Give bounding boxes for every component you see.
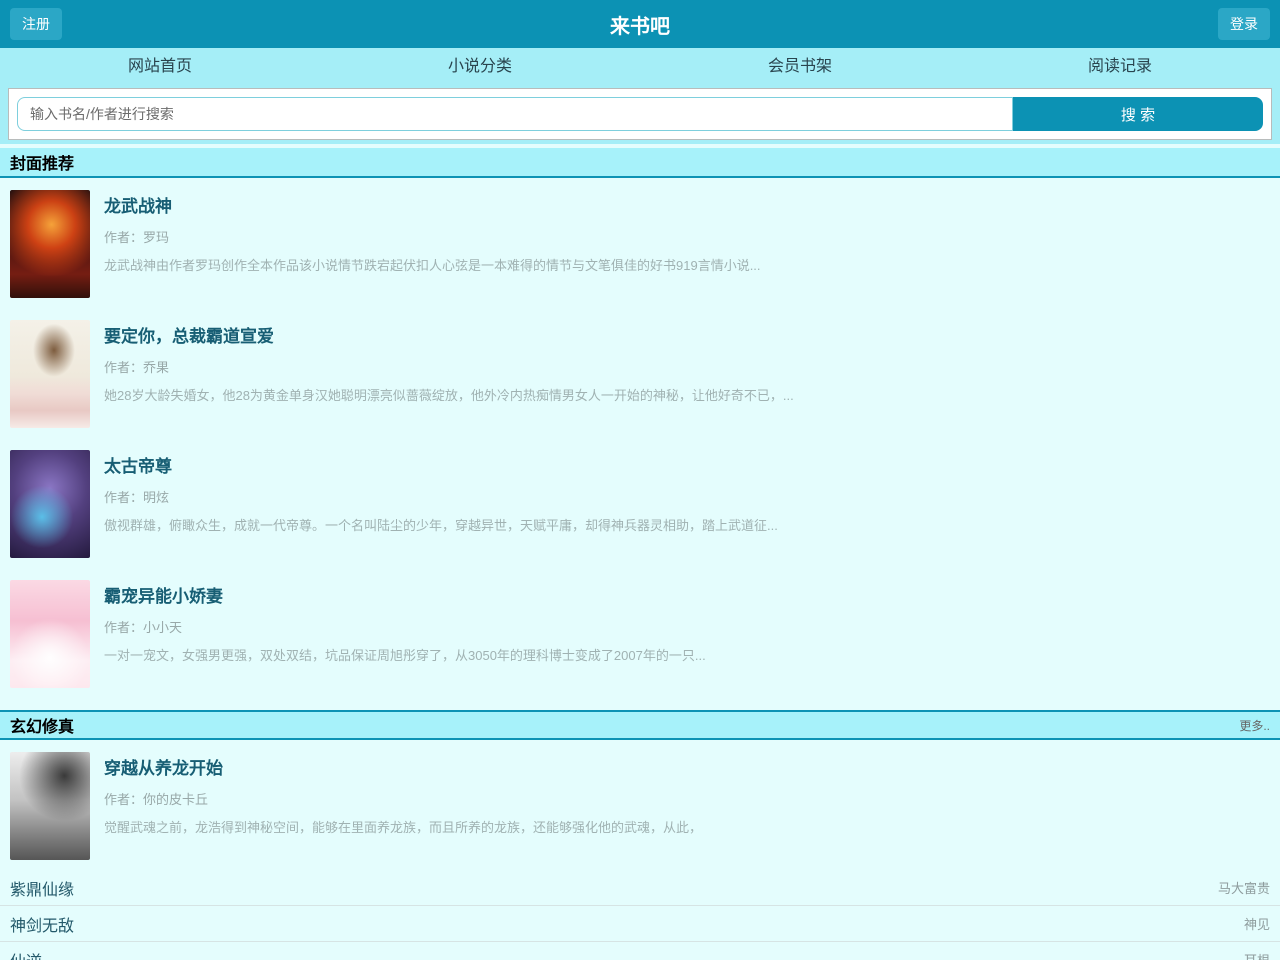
book-author: 作者：乔果 (104, 357, 794, 376)
book-author: 作者：明炫 (104, 487, 778, 506)
book-item[interactable]: 霸宠异能小娇妻 作者：小小天 一对一宠文，女强男更强，双处双结，坑品保证周旭彤穿… (0, 568, 1280, 698)
book-item[interactable]: 要定你，总裁霸道宣爱 作者：乔果 她28岁大龄失婚女，他28为黄金单身汉她聪明漂… (0, 308, 1280, 438)
book-description: 觉醒武魂之前，龙浩得到神秘空间，能够在里面养龙族，而且所养的龙族，还能够强化他的… (104, 817, 702, 836)
book-item[interactable]: 穿越从养龙开始 作者：你的皮卡丘 觉醒武魂之前，龙浩得到神秘空间，能够在里面养龙… (0, 740, 1280, 870)
book-info: 太古帝尊 作者：明炫 傲视群雄，俯瞰众生，成就一代帝尊。一个名叫陆尘的少年，穿越… (104, 450, 778, 558)
list-item[interactable]: 神剑无敌 神见 (0, 906, 1280, 942)
book-title-link[interactable]: 紫鼎仙缘 (10, 876, 74, 900)
book-description: 一对一宠文，女强男更强，双处双结，坑品保证周旭彤穿了，从3050年的理科博士变成… (104, 645, 706, 664)
book-description: 傲视群雄，俯瞰众生，成就一代帝尊。一个名叫陆尘的少年，穿越异世，天赋平庸，却得神… (104, 515, 778, 534)
book-author: 作者：罗玛 (104, 227, 761, 246)
book-description: 她28岁大龄失婚女，他28为黄金单身汉她聪明漂亮似蔷薇绽放，他外冷内热痴情男女人… (104, 385, 794, 404)
cover-recommend-list: 龙武战神 作者：罗玛 龙武战神由作者罗玛创作全本作品该小说情节跌宕起伏扣人心弦是… (0, 178, 1280, 698)
book-title-link[interactable]: 穿越从养龙开始 (104, 754, 702, 779)
nav-item-home[interactable]: 网站首页 (0, 48, 320, 86)
section-header-cover-recommend: 封面推荐 (0, 148, 1280, 178)
book-item[interactable]: 太古帝尊 作者：明炫 傲视群雄，俯瞰众生，成就一代帝尊。一个名叫陆尘的少年，穿越… (0, 438, 1280, 568)
login-button[interactable]: 登录 (1218, 8, 1270, 40)
book-author: 神见 (1244, 914, 1270, 933)
book-author: 耳根 (1244, 950, 1270, 960)
book-title-link[interactable]: 要定你，总裁霸道宣爱 (104, 322, 794, 347)
book-title-link[interactable]: 仙逆 (10, 948, 42, 960)
section-title: 玄幻修真 (10, 713, 74, 737)
register-button[interactable]: 注册 (10, 8, 62, 40)
book-cover-image[interactable] (10, 752, 90, 860)
search-box: 搜 索 (8, 88, 1272, 140)
book-title-link[interactable]: 龙武战神 (104, 192, 761, 217)
nav-item-categories[interactable]: 小说分类 (320, 48, 640, 86)
section-header-xuanhuan: 玄幻修真 更多.. (0, 710, 1280, 740)
book-author: 作者：你的皮卡丘 (104, 789, 702, 808)
book-author: 作者：小小天 (104, 617, 706, 636)
search-zone: 搜 索 (0, 86, 1280, 144)
book-info: 霸宠异能小娇妻 作者：小小天 一对一宠文，女强男更强，双处双结，坑品保证周旭彤穿… (104, 580, 706, 688)
book-info: 龙武战神 作者：罗玛 龙武战神由作者罗玛创作全本作品该小说情节跌宕起伏扣人心弦是… (104, 190, 761, 298)
title-row-list: 紫鼎仙缘 马大富贵 神剑无敌 神见 仙逆 耳根 (0, 870, 1280, 960)
more-link[interactable]: 更多.. (1239, 717, 1270, 734)
nav-item-bookshelf[interactable]: 会员书架 (640, 48, 960, 86)
list-item[interactable]: 仙逆 耳根 (0, 942, 1280, 960)
book-title-link[interactable]: 太古帝尊 (104, 452, 778, 477)
list-item[interactable]: 紫鼎仙缘 马大富贵 (0, 870, 1280, 906)
book-cover-image[interactable] (10, 320, 90, 428)
site-title: 来书吧 (0, 10, 1280, 39)
book-cover-image[interactable] (10, 580, 90, 688)
top-header: 注册 来书吧 登录 (0, 0, 1280, 48)
nav-item-reading-history[interactable]: 阅读记录 (960, 48, 1280, 86)
book-cover-image[interactable] (10, 190, 90, 298)
book-author: 马大富贵 (1218, 878, 1270, 897)
book-item[interactable]: 龙武战神 作者：罗玛 龙武战神由作者罗玛创作全本作品该小说情节跌宕起伏扣人心弦是… (0, 178, 1280, 308)
book-info: 要定你，总裁霸道宣爱 作者：乔果 她28岁大龄失婚女，他28为黄金单身汉她聪明漂… (104, 320, 794, 428)
book-title-link[interactable]: 霸宠异能小娇妻 (104, 582, 706, 607)
book-description: 龙武战神由作者罗玛创作全本作品该小说情节跌宕起伏扣人心弦是一本难得的情节与文笔俱… (104, 255, 761, 274)
book-title-link[interactable]: 神剑无敌 (10, 912, 74, 936)
search-button[interactable]: 搜 索 (1013, 97, 1263, 131)
book-cover-image[interactable] (10, 450, 90, 558)
main-nav: 网站首页 小说分类 会员书架 阅读记录 (0, 48, 1280, 86)
book-info: 穿越从养龙开始 作者：你的皮卡丘 觉醒武魂之前，龙浩得到神秘空间，能够在里面养龙… (104, 752, 702, 860)
xuanhuan-list: 穿越从养龙开始 作者：你的皮卡丘 觉醒武魂之前，龙浩得到神秘空间，能够在里面养龙… (0, 740, 1280, 960)
section-title: 封面推荐 (10, 150, 74, 174)
search-input[interactable] (17, 97, 1013, 131)
